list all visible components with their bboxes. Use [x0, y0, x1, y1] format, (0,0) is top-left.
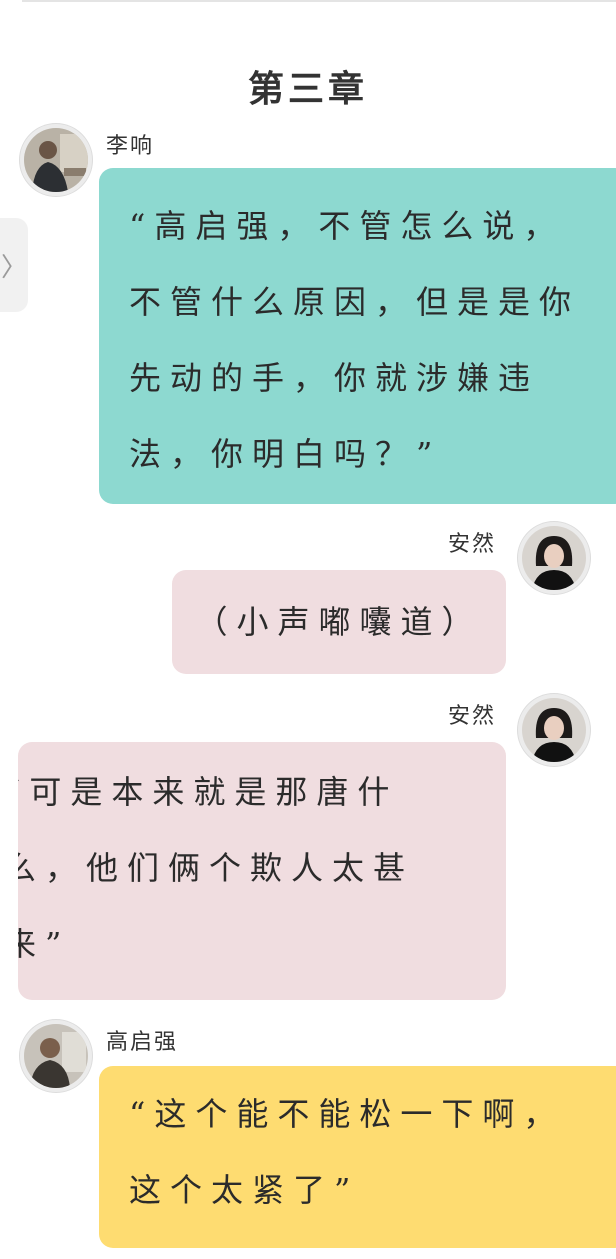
speaker-name: 李响 — [106, 134, 155, 159]
female-avatar-icon — [522, 526, 586, 590]
message-text: “这个能不能松一下啊，这个太紧了” — [129, 1095, 565, 1209]
message-bubble: “可是本来就是那唐什么，他们俩个欺人太甚来” — [18, 742, 506, 1000]
avatar-gao-qiqiang[interactable] — [20, 1020, 92, 1092]
side-panel-toggle[interactable]: 〉 — [0, 218, 28, 312]
speaker-name: 高启强 — [106, 1030, 179, 1055]
avatar-an-ran[interactable] — [518, 522, 590, 594]
speaker-name: 安然 — [448, 704, 497, 729]
avatar-li-xiang[interactable] — [20, 124, 92, 196]
message-bubble: “高启强，不管怎么说，不管什么原因，但是是你先动的手，你就涉嫌违法，你明白吗？” — [99, 168, 616, 504]
message-bubble: “这个能不能松一下啊，这个太紧了” — [99, 1066, 616, 1248]
message-text: “高启强，不管怎么说，不管什么原因，但是是你先动的手，你就涉嫌违法，你明白吗？” — [129, 207, 581, 473]
female-avatar-icon — [522, 698, 586, 762]
message-text: （小声嘟囔道） — [195, 603, 483, 641]
top-divider — [22, 0, 616, 2]
chapter-title: 第三章 — [247, 68, 368, 110]
male-avatar-icon — [24, 128, 88, 192]
message-text: “可是本来就是那唐什么，他们俩个欺人太甚来” — [18, 773, 415, 963]
message-bubble: （小声嘟囔道） — [172, 570, 506, 674]
avatar-an-ran[interactable] — [518, 694, 590, 766]
chevron-right-icon: 〉 — [0, 252, 27, 283]
speaker-name: 安然 — [448, 532, 497, 557]
male-avatar-icon — [24, 1024, 88, 1088]
